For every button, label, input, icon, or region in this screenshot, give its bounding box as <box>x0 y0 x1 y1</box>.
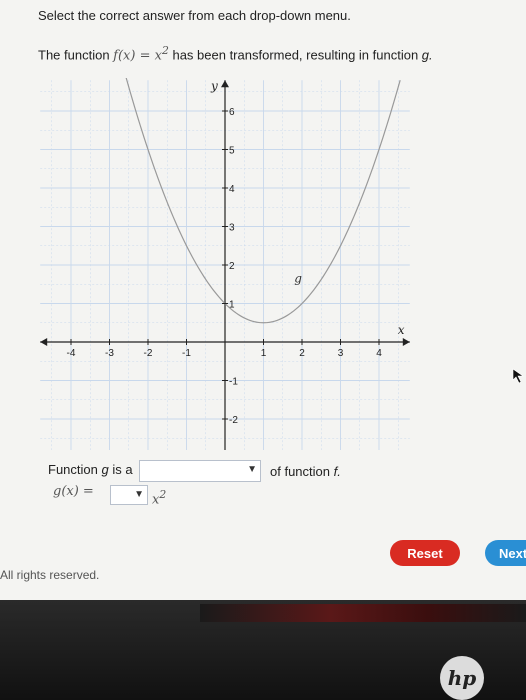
reset-button[interactable]: Reset <box>390 540 460 566</box>
instruction-text: Select the correct answer from each drop… <box>38 8 351 23</box>
prompt-f-expression: f(x) = x <box>113 48 162 64</box>
x-tick-label: 4 <box>376 348 382 359</box>
x-tick-label: 1 <box>261 348 267 359</box>
prompt-tail: has been transformed, resulting in funct… <box>172 47 419 63</box>
row1-tail: of function <box>270 464 330 479</box>
footer-text: All rights reserved. <box>0 568 100 582</box>
question-prompt: The function f(x) = x2 has been transfor… <box>38 44 433 63</box>
y-tick-label: -1 <box>229 377 238 388</box>
coefficient-dropdown[interactable]: ▼ <box>110 485 148 505</box>
x-tick-label: -3 <box>105 348 114 359</box>
y-axis-label: y <box>210 79 218 93</box>
chevron-down-icon: ▼ <box>247 464 257 475</box>
x-axis-label: x <box>398 323 405 337</box>
bezel-reflection <box>200 604 526 622</box>
y-tick-label: -2 <box>229 415 238 426</box>
curve-label-g: g <box>294 271 302 285</box>
function-g-curve <box>125 78 401 324</box>
x-axis-arrow-right <box>402 338 410 346</box>
y-tick-label: 6 <box>229 107 235 118</box>
coordinate-graph: -4 -3 -2 -1 1 2 3 4 -2 -1 1 2 3 4 5 6 x y g <box>40 78 410 450</box>
transformation-type-dropdown[interactable]: ▼ <box>139 460 261 482</box>
prompt-lead: The function <box>38 47 110 63</box>
x-tick-label: -4 <box>67 348 76 359</box>
y-tick-label: 4 <box>229 184 235 195</box>
chevron-down-icon: ▼ <box>134 489 144 500</box>
row2-power: 2 <box>159 488 167 501</box>
row2-exponent-expression: x2 <box>152 488 166 507</box>
x-tick-label: -2 <box>144 348 153 359</box>
prompt-f-exponent: 2 <box>161 44 169 57</box>
answer-row-2: g(x) = <box>53 484 94 499</box>
x-tick-label: 3 <box>338 348 344 359</box>
hp-logo: hp <box>440 656 484 700</box>
next-button[interactable]: Next <box>485 540 526 566</box>
quiz-screen: Select the correct answer from each drop… <box>0 0 526 600</box>
y-tick-label: 1 <box>229 300 235 311</box>
row1-tail-group: of function f. <box>270 464 341 479</box>
x-tick-label: 2 <box>299 348 305 359</box>
y-tick-label: 3 <box>229 223 235 234</box>
prompt-g-name: g. <box>421 47 433 63</box>
row1-f: f. <box>333 464 341 479</box>
x-axis-arrow-left <box>40 338 48 346</box>
row1-lead: Function <box>48 462 98 477</box>
x-tick-label: -1 <box>182 348 191 359</box>
y-axis-arrow-up <box>221 80 229 88</box>
y-tick-label: 5 <box>229 146 235 157</box>
row1-is-a: is a <box>112 462 133 477</box>
row1-g: g <box>101 462 109 477</box>
mouse-cursor-icon <box>512 368 524 384</box>
y-tick-label: 2 <box>229 261 235 272</box>
answer-row-1: Function g is a <box>48 462 133 477</box>
